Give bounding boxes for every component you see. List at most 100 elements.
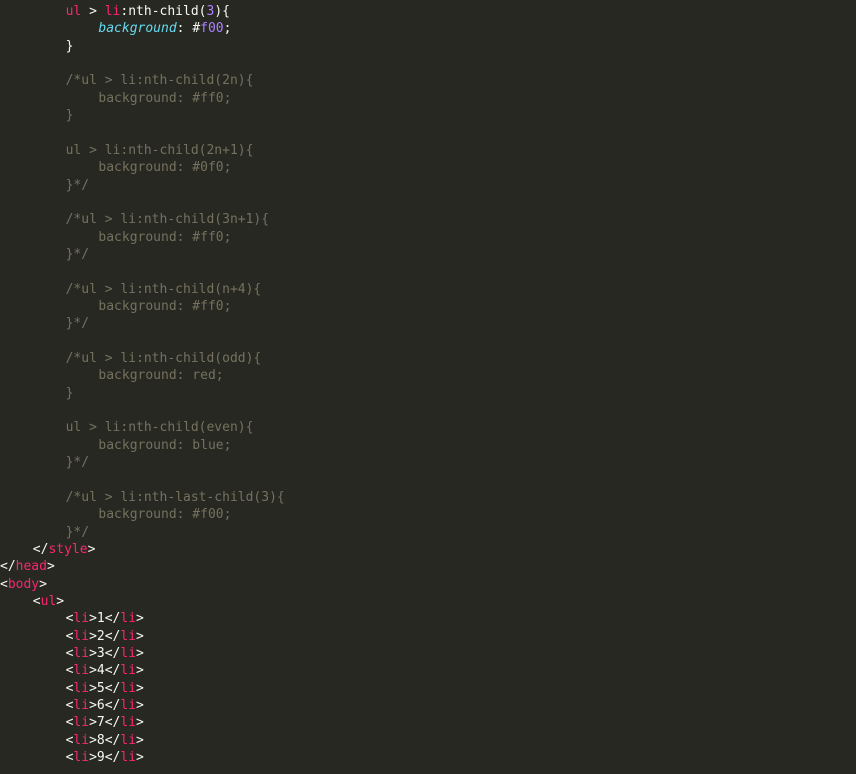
code-token: ul [65, 4, 82, 19]
code-token: li [73, 663, 90, 679]
code-line: ul > li:nth-child(even){ [66, 419, 254, 436]
code-token: >8</ [89, 732, 121, 748]
code-token: } [65, 385, 74, 401]
code-line: background: #f00; [98, 20, 231, 37]
code-token: ul > li:nth-child(2n+1){ [65, 142, 254, 158]
code-line: /*ul > li:nth-last-child(3){ [66, 489, 285, 506]
code-token: li [120, 663, 137, 679]
code-token: li [120, 698, 137, 713]
code-token: head [15, 559, 47, 575]
code-token: background: #ff0; [98, 90, 232, 106]
code-token: /*ul > li:nth-child(3n+1){ [65, 212, 270, 228]
code-token: li [120, 750, 137, 766]
code-line: background: #f00; [98, 506, 231, 523]
code-token: > [136, 611, 144, 627]
code-line: <li>8</li> [66, 732, 144, 749]
code-line: </head> [0, 558, 55, 575]
code-token: >1</ [89, 611, 121, 627]
code-token: background: #0f0; [98, 160, 232, 176]
code-token: </ [0, 559, 16, 575]
code-line: }*/ [66, 315, 89, 332]
code-line: <li>4</li> [66, 662, 144, 679]
code-token: li [120, 628, 137, 644]
code-token: style [48, 541, 88, 557]
code-token: >3</ [89, 645, 121, 661]
code-token: background [98, 21, 177, 37]
code-token: li [73, 698, 90, 713]
code-token: > [136, 663, 144, 679]
code-token: background: red; [98, 368, 224, 384]
code-line: background: #ff0; [98, 298, 231, 315]
code-token: li [73, 611, 90, 627]
code-line: background: #0f0; [98, 159, 231, 176]
code-token: >5</ [89, 680, 121, 696]
code-line: } [66, 38, 74, 55]
code-token: }*/ [65, 316, 90, 332]
code-token: li [73, 628, 90, 644]
code-token: > [136, 732, 144, 748]
code-token: > [87, 541, 96, 557]
code-token: li [120, 645, 137, 661]
code-token: } [65, 38, 74, 54]
code-token: >2</ [89, 628, 121, 644]
code-line: }*/ [66, 177, 89, 194]
code-token: li [120, 715, 137, 731]
code-token: }*/ [65, 455, 90, 471]
code-editor[interactable]: ul > li:nth-child(3){background: #f00;} /… [0, 0, 856, 774]
code-token: /*ul > li:nth-child(n+4){ [65, 281, 262, 297]
code-line: ul > li:nth-child(3){ [66, 3, 230, 20]
code-line: ul > li:nth-child(2n+1){ [66, 142, 254, 159]
code-line: <li>1</li> [66, 610, 144, 627]
code-token: background: #ff0; [98, 298, 232, 314]
code-token: /*ul > li:nth-last-child(3){ [65, 489, 285, 505]
code-line: /*ul > li:nth-child(3n+1){ [66, 211, 270, 228]
code-token: f00 [200, 21, 224, 37]
code-line: } [66, 107, 74, 124]
code-token: > [39, 576, 47, 592]
code-line: /*ul > li:nth-child(n+4){ [66, 281, 262, 298]
code-line: }*/ [66, 524, 89, 541]
code-token: > [136, 698, 144, 713]
code-token: li [73, 645, 90, 661]
code-token: > [136, 645, 144, 661]
code-token: /*ul > li:nth-child(odd){ [65, 351, 262, 366]
code-token: > [136, 750, 144, 766]
code-line: background: #ff0; [98, 90, 231, 107]
code-token: li [104, 4, 121, 19]
code-token: ul > li:nth-child(even){ [65, 420, 254, 436]
code-token: li [120, 680, 137, 696]
code-token: li [73, 732, 90, 748]
code-token: > [136, 628, 144, 644]
code-line: <ul> [33, 593, 64, 610]
code-token: background: #f00; [98, 507, 232, 523]
code-token: li [73, 680, 90, 696]
code-token: background: #ff0; [98, 229, 232, 245]
code-token: li [73, 715, 90, 731]
code-token: > [136, 715, 144, 731]
code-line: <li>7</li> [66, 714, 144, 731]
code-line: <li>2</li> [66, 628, 144, 645]
code-token: </ [32, 541, 49, 557]
code-token: >6</ [89, 698, 121, 713]
code-token: ul [40, 593, 57, 609]
code-token: }*/ [65, 524, 90, 540]
code-line: background: blue; [98, 437, 231, 454]
code-line: </style> [33, 541, 96, 558]
code-line: <body> [0, 576, 47, 593]
code-token: :nth-child( [120, 4, 207, 19]
code-token: > [46, 559, 55, 575]
code-line: <li>6</li> [66, 697, 144, 714]
code-token: li [120, 611, 137, 627]
code-token: ; [223, 21, 232, 37]
code-line: <li>3</li> [66, 645, 144, 662]
code-token: < [0, 576, 8, 592]
code-line: /*ul > li:nth-child(2n){ [66, 72, 254, 89]
code-line: }*/ [66, 246, 89, 263]
code-token: }*/ [65, 246, 90, 262]
code-token: background: blue; [98, 437, 232, 453]
code-token: # [192, 21, 201, 37]
code-token: > [136, 680, 144, 696]
code-token: >9</ [89, 750, 121, 766]
code-token: body [7, 576, 40, 592]
code-token: >7</ [89, 715, 121, 731]
